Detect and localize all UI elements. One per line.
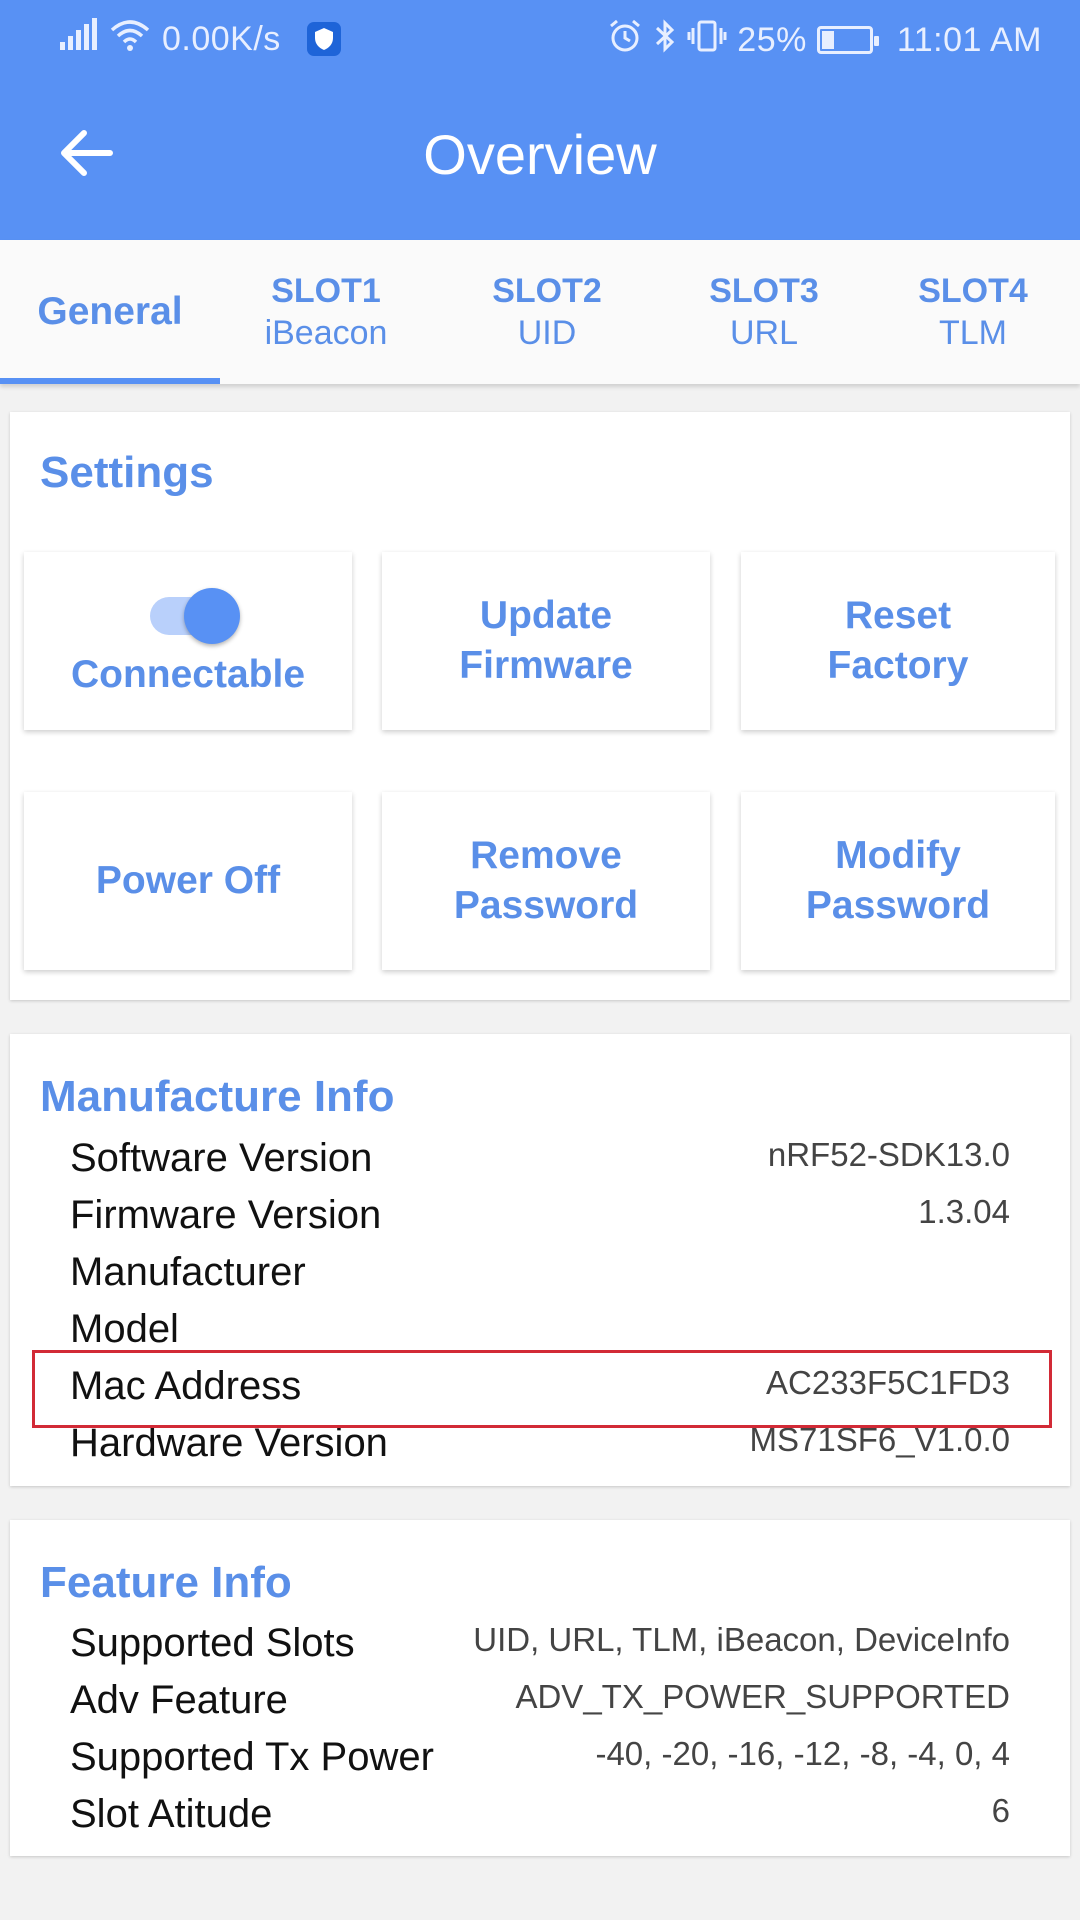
manufacture-info-title: Manufacture Info (40, 1072, 395, 1121)
button-label-line1: Remove (470, 834, 622, 877)
feature-value: ADV_TX_POWER_SUPPORTED (515, 1678, 1010, 1715)
tab-bar: General SLOT1 iBeacon SLOT2 UID SLOT3 UR… (0, 240, 1080, 384)
feature-value: 6 (991, 1792, 1010, 1829)
feature-label: Supported Tx Power (70, 1735, 434, 1779)
feature-row-adv-feature: Adv Feature ADV_TX_POWER_SUPPORTED (60, 1678, 1010, 1735)
mac-address-highlight-box (32, 1350, 1052, 1428)
tab-label: SLOT2 (492, 272, 602, 310)
vibrate-icon (687, 18, 727, 62)
network-speed: 0.00K/s (162, 19, 281, 58)
modify-password-button[interactable]: Modify Password (741, 792, 1055, 970)
button-label-line1: Reset (844, 594, 952, 637)
feature-row-supported-slots: Supported Slots UID, URL, TLM, iBeacon, … (60, 1621, 1010, 1678)
battery-percent: 25% (737, 20, 807, 59)
signal-icon (58, 18, 98, 60)
tab-label: SLOT4 (918, 272, 1028, 310)
info-label: Software Version (70, 1136, 373, 1180)
alarm-icon (607, 18, 643, 62)
app-bar: 0.00K/s 25% 11:01 AM Overview (0, 0, 1080, 240)
update-firmware-button[interactable]: Update Firmware (382, 552, 710, 730)
tab-sublabel: TLM (939, 314, 1007, 352)
settings-title: Settings (40, 448, 214, 497)
info-label: Firmware Version (70, 1193, 382, 1237)
info-label: Model (70, 1307, 179, 1351)
info-value: nRF52-SDK13.0 (767, 1136, 1010, 1173)
feature-label: Adv Feature (70, 1678, 288, 1722)
tab-general[interactable]: General (0, 240, 220, 384)
connectable-label: Connectable (70, 653, 306, 696)
tab-slot4[interactable]: SLOT4 TLM (866, 240, 1080, 384)
connectable-toggle-tile[interactable]: Connectable (24, 552, 352, 730)
feature-value: -40, -20, -16, -12, -8, -4, 0, 4 (595, 1735, 1010, 1772)
feature-value: UID, URL, TLM, iBeacon, DeviceInfo (473, 1621, 1010, 1658)
button-label-line2: Password (453, 884, 639, 927)
battery-icon (816, 26, 879, 54)
clock: 11:01 AM (896, 20, 1042, 59)
button-label-line2: Factory (827, 644, 969, 687)
status-bar: 0.00K/s 25% 11:01 AM (0, 0, 1080, 76)
power-off-button[interactable]: Power Off (24, 792, 352, 970)
button-label-line1: Update (479, 594, 613, 637)
tab-sublabel: URL (729, 314, 799, 352)
connectable-switch[interactable] (138, 582, 240, 644)
tab-sublabel: UID (517, 314, 577, 352)
info-label: Manufacturer (70, 1250, 306, 1294)
feature-row-supported-tx-power: Supported Tx Power -40, -20, -16, -12, -… (60, 1735, 1010, 1792)
tab-slot3[interactable]: SLOT3 URL (662, 240, 866, 384)
info-row-hardware-version: Hardware Version MS71SF6_V1.0.0 (60, 1421, 1010, 1478)
info-row-firmware-version: Firmware Version 1.3.04 (60, 1193, 1010, 1250)
button-label-line2: Password (805, 884, 991, 927)
button-label: Power Off (95, 859, 281, 902)
reset-factory-button[interactable]: Reset Factory (741, 552, 1055, 730)
tab-label: SLOT3 (709, 272, 819, 310)
feature-label: Supported Slots (70, 1621, 355, 1665)
feature-info-title: Feature Info (40, 1558, 292, 1607)
tab-slot2[interactable]: SLOT2 UID (432, 240, 662, 384)
info-row-manufacturer: Manufacturer (60, 1250, 1010, 1307)
page-title: Overview (423, 123, 657, 186)
shield-app-icon (306, 22, 341, 56)
bluetooth-icon (653, 18, 677, 62)
settings-card: Settings Connectable Update Firmware Res… (10, 412, 1070, 1000)
button-label-line1: Modify (835, 834, 961, 877)
tab-indicator (0, 378, 220, 384)
feature-label: Slot Atitude (70, 1792, 273, 1836)
tab-slot1[interactable]: SLOT1 iBeacon (220, 240, 432, 384)
feature-row-slot-atitude: Slot Atitude 6 (60, 1792, 1010, 1849)
remove-password-button[interactable]: Remove Password (382, 792, 710, 970)
tab-label: General (37, 290, 183, 333)
tab-label: SLOT1 (271, 272, 381, 310)
info-value: 1.3.04 (918, 1193, 1010, 1230)
button-label-line2: Firmware (459, 644, 633, 687)
wifi-icon (110, 18, 150, 60)
info-row-software-version: Software Version nRF52-SDK13.0 (60, 1136, 1010, 1193)
tab-sublabel: iBeacon (264, 314, 388, 352)
